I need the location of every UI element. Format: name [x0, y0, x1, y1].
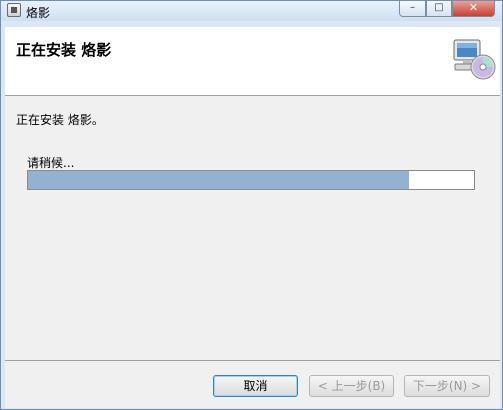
- status-text: 正在安装 烙影。: [16, 113, 104, 127]
- cancel-button[interactable]: 取消: [213, 375, 298, 397]
- title-bar[interactable]: 烙影 – □ ✕: [1, 1, 502, 21]
- app-icon: [7, 3, 21, 17]
- progress-bar: [27, 170, 475, 190]
- maximize-button[interactable]: □: [426, 1, 452, 17]
- page-title: 正在安装 烙影: [16, 41, 112, 59]
- close-button[interactable]: ✕: [452, 1, 495, 17]
- button-bar: 取消 < 上一步(B) 下一步(N) >: [5, 360, 500, 408]
- minimize-button[interactable]: –: [399, 1, 426, 17]
- next-button[interactable]: 下一步(N) >: [404, 375, 490, 397]
- progress-fill: [28, 171, 410, 189]
- back-button[interactable]: < 上一步(B): [309, 375, 394, 397]
- content-panel: 正在安装 烙影。 请稍候...: [5, 96, 500, 360]
- wait-label: 请稍候...: [27, 156, 75, 170]
- window-title: 烙影: [26, 6, 51, 20]
- computer-cd-setup-icon: [453, 39, 496, 80]
- header-panel: 正在安装 烙影: [5, 27, 500, 96]
- installer-window: 烙影 – □ ✕ 正在安装 烙影 正在安装 烙影。 请稍候... 取消 < 上一…: [0, 0, 503, 410]
